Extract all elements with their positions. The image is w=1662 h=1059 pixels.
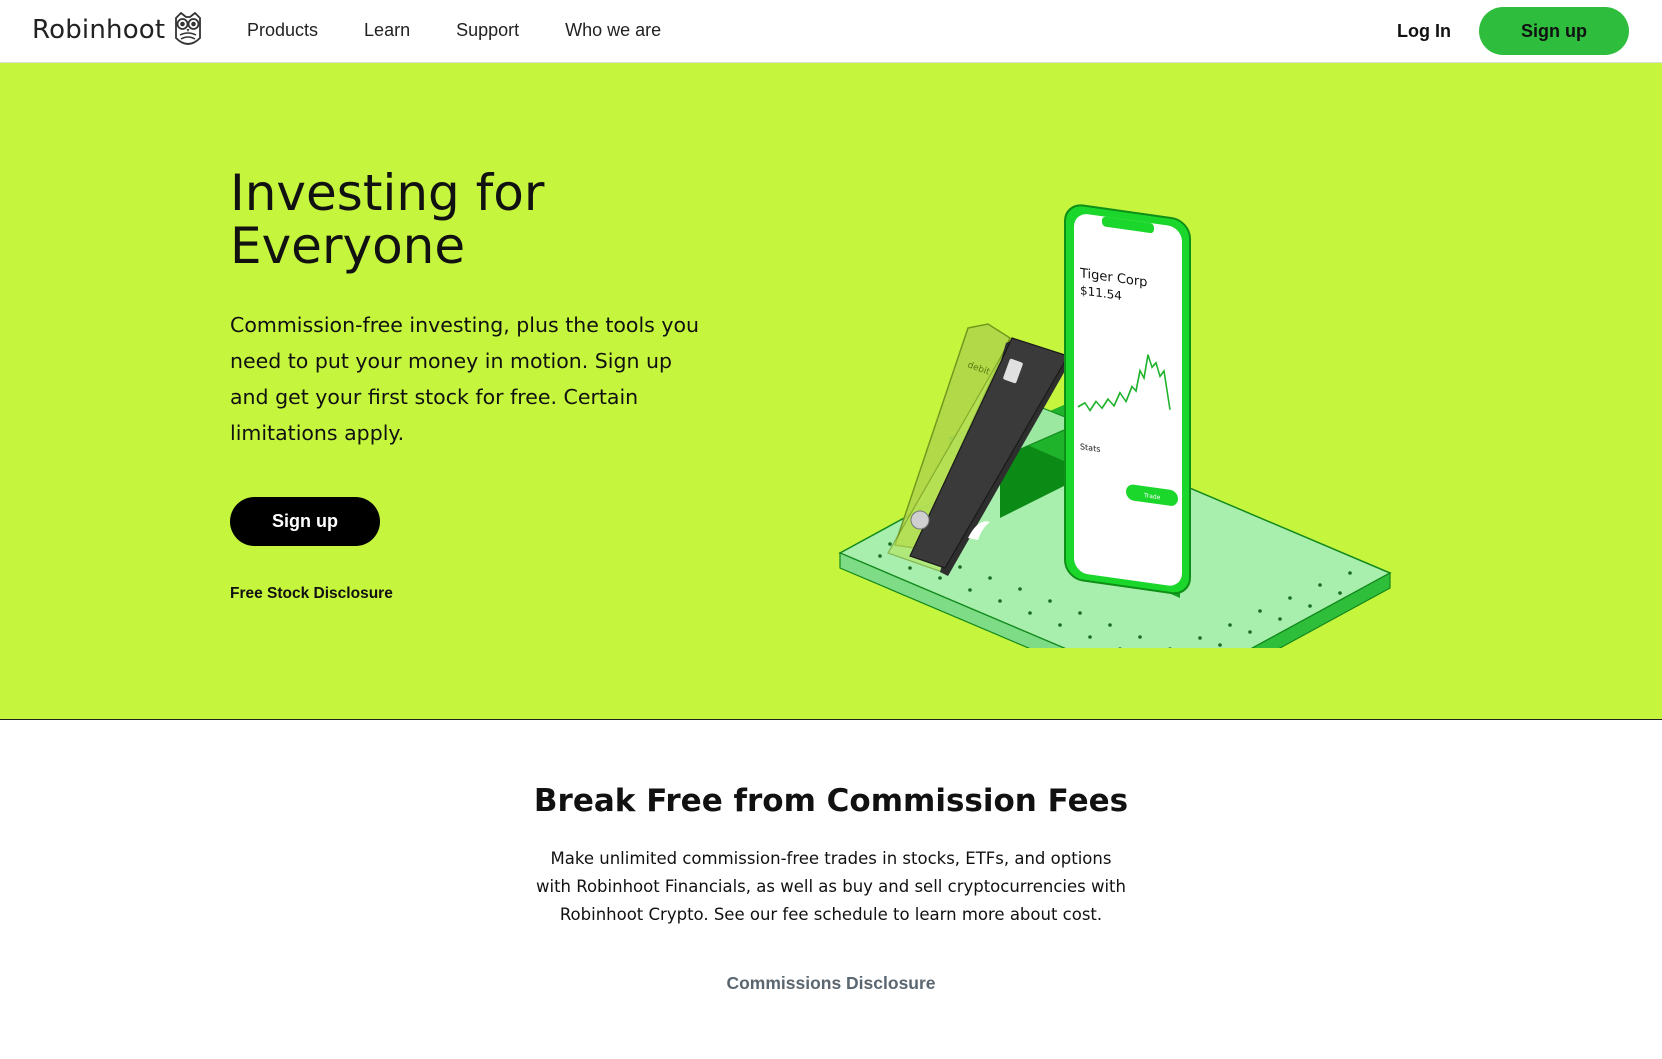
- brand-name: Robinhoot: [32, 15, 166, 45]
- nav-products[interactable]: Products: [247, 20, 318, 41]
- commissions-disclosure-link[interactable]: Commissions Disclosure: [0, 973, 1662, 994]
- hero-title-line1: Investing for: [230, 164, 545, 222]
- nav-support[interactable]: Support: [456, 20, 519, 41]
- nav-who-we-are[interactable]: Who we are: [565, 20, 661, 41]
- nav-learn[interactable]: Learn: [364, 20, 410, 41]
- hero-title-line2: Everyone: [230, 217, 466, 275]
- login-link[interactable]: Log In: [1397, 21, 1451, 42]
- hero-title: Investing for Everyone: [230, 167, 710, 273]
- fees-description: Make unlimited commission-free trades in…: [535, 849, 1126, 924]
- top-nav: Robinhoot Products Learn Support Who we …: [0, 0, 1662, 63]
- brand-logo[interactable]: Robinhoot: [32, 12, 203, 48]
- signup-button-nav[interactable]: Sign up: [1479, 7, 1629, 55]
- phone-illustration: Tiger Corp $11.54 Stats Trade: [1064, 204, 1191, 598]
- fees-title: Break Free from Commission Fees: [533, 783, 1129, 819]
- free-stock-disclosure-link[interactable]: Free Stock Disclosure: [230, 585, 393, 603]
- hero-description: Commission-free investing, plus the tool…: [230, 313, 700, 445]
- hero-illustration: debit Tiger Corp $11.54 Stats Trade: [838, 204, 1392, 648]
- nav-links: Products Learn Support Who we are: [247, 20, 707, 41]
- hero-section: Investing for Everyone Commission-free i…: [0, 63, 1662, 720]
- owl-logo-icon: [175, 12, 202, 45]
- signup-button-hero[interactable]: Sign up: [230, 497, 380, 546]
